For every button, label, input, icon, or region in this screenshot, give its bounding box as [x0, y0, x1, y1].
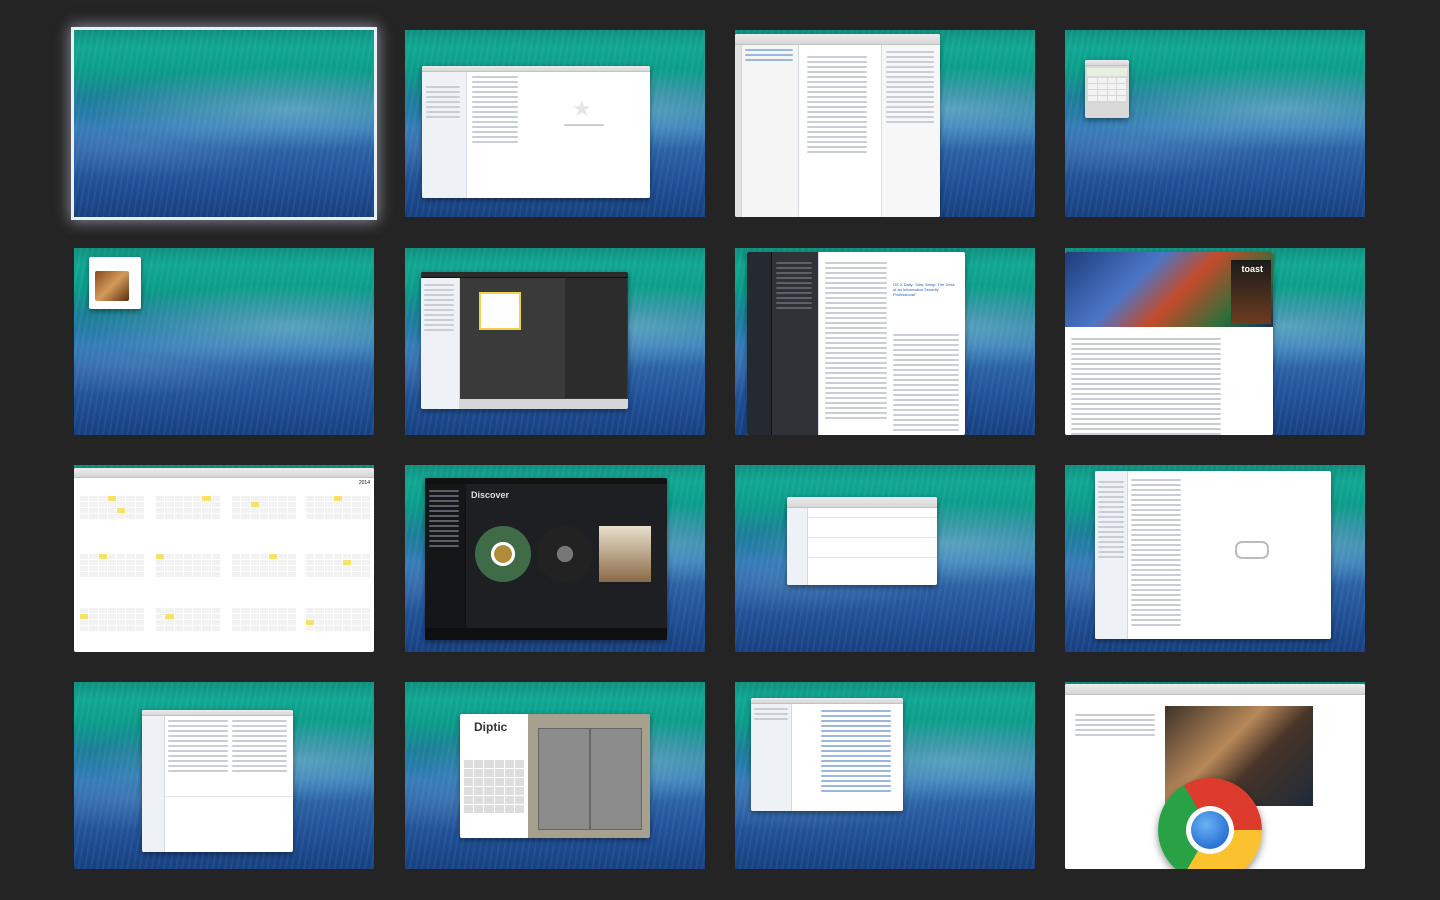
desktop-thumbnail-14[interactable]: Diptic — [405, 682, 705, 869]
app-store-window[interactable]: toast — [1065, 252, 1273, 435]
glasses-icon — [1235, 541, 1269, 559]
desktop-thumbnail-15[interactable] — [735, 682, 1035, 869]
discover-heading: Discover — [471, 490, 510, 500]
music-discover-window[interactable]: Discover — [425, 478, 667, 640]
article-title: OS X Daily: "Mac Setup: The Desk of an I… — [893, 282, 955, 297]
desktop-thumbnail-5[interactable] — [74, 248, 374, 435]
desktop-thumbnail-16[interactable] — [1065, 682, 1365, 869]
desktop-thumbnail-4[interactable] — [1065, 30, 1365, 217]
desktop-thumbnail-13[interactable] — [74, 682, 374, 869]
xcode-window[interactable] — [735, 34, 940, 217]
desktop-thumbnail-1[interactable] — [71, 27, 377, 220]
desktop-thumbnail-8[interactable]: toast — [1065, 248, 1365, 435]
desktop-thumbnail-10[interactable]: Discover — [405, 465, 705, 652]
chat-window[interactable] — [751, 698, 903, 811]
star-icon: ★ — [572, 96, 592, 121]
photo-app-window[interactable] — [421, 272, 628, 409]
desktop-thumbnail-7[interactable]: OS X Daily: "Mac Setup: The Desk of an I… — [735, 248, 1035, 435]
calendar-year: 2014 — [358, 480, 370, 486]
calculator-window[interactable] — [1085, 60, 1129, 118]
desktop-thumbnail-9[interactable]: 2014 — [74, 465, 374, 652]
itunes-mini-window[interactable] — [89, 257, 141, 309]
desktop-thumbnail-11[interactable] — [735, 465, 1035, 652]
mail-window[interactable] — [787, 497, 937, 585]
sparrow-mail-window[interactable] — [142, 710, 293, 852]
desktop-thumbnail-6[interactable] — [405, 248, 705, 435]
banner-title: toast — [1241, 264, 1263, 274]
notes-window[interactable]: ★ — [422, 66, 650, 198]
rss-reader-window[interactable]: OS X Daily: "Mac Setup: The Desk of an I… — [747, 252, 965, 435]
desktop-thumbnail-12[interactable] — [1065, 465, 1365, 652]
diptic-window[interactable]: Diptic — [460, 714, 650, 838]
calendar-window[interactable]: 2014 — [74, 468, 374, 652]
desktop-thumbnail-2[interactable]: ★ — [405, 30, 705, 217]
desktop-thumbnail-3[interactable] — [735, 30, 1035, 217]
diptic-logo: Diptic — [474, 720, 508, 734]
messages-window[interactable] — [1095, 471, 1331, 639]
